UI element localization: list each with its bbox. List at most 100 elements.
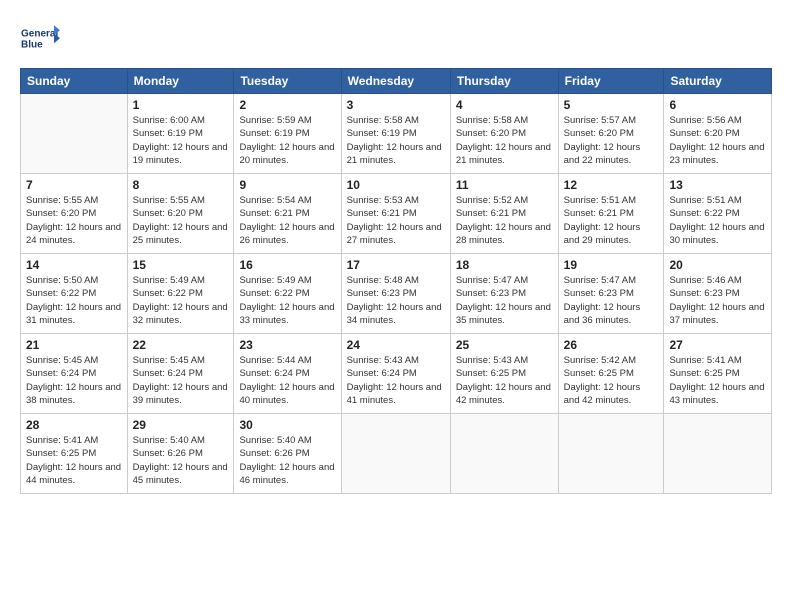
calendar-cell: 5 Sunrise: 5:57 AM Sunset: 6:20 PM Daylig… (558, 94, 664, 174)
day-info: Sunrise: 5:48 AM Sunset: 6:23 PM Dayligh… (347, 274, 445, 327)
day-number: 28 (26, 418, 122, 432)
day-number: 8 (133, 178, 229, 192)
calendar-header-row: SundayMondayTuesdayWednesdayThursdayFrid… (21, 69, 772, 94)
logo-container: General Blue (20, 18, 60, 58)
calendar-cell: 2 Sunrise: 5:59 AM Sunset: 6:19 PM Daylig… (234, 94, 341, 174)
calendar-cell: 25 Sunrise: 5:43 AM Sunset: 6:25 PM Dayli… (450, 334, 558, 414)
calendar-header-wednesday: Wednesday (341, 69, 450, 94)
calendar-week-2: 7 Sunrise: 5:55 AM Sunset: 6:20 PM Daylig… (21, 174, 772, 254)
calendar-cell: 19 Sunrise: 5:47 AM Sunset: 6:23 PM Dayli… (558, 254, 664, 334)
day-info: Sunrise: 5:42 AM Sunset: 6:25 PM Dayligh… (564, 354, 659, 407)
calendar-cell: 23Sunrise: 5:44 AM Sunset: 6:24 PM Dayli… (234, 334, 341, 414)
day-info: Sunrise: 5:41 AM Sunset: 6:25 PM Dayligh… (669, 354, 766, 407)
header: General Blue (20, 18, 772, 58)
day-info: Sunrise: 5:58 AM Sunset: 6:20 PM Dayligh… (456, 114, 553, 167)
calendar-cell: 16 Sunrise: 5:49 AM Sunset: 6:22 PM Dayli… (234, 254, 341, 334)
calendar-cell: 30 Sunrise: 5:40 AM Sunset: 6:26 PM Dayli… (234, 414, 341, 494)
day-info: Sunrise: 5:43 AM Sunset: 6:24 PM Dayligh… (347, 354, 445, 407)
day-number: 22 (133, 338, 229, 352)
calendar-cell: 11Sunrise: 5:52 AM Sunset: 6:21 PM Dayli… (450, 174, 558, 254)
day-info: Sunrise: 5:40 AM Sunset: 6:26 PM Dayligh… (239, 434, 335, 487)
day-number: 26 (564, 338, 659, 352)
day-number: 30 (239, 418, 335, 432)
calendar-header-friday: Friday (558, 69, 664, 94)
calendar-cell: 7 Sunrise: 5:55 AM Sunset: 6:20 PM Daylig… (21, 174, 128, 254)
svg-text:Blue: Blue (21, 39, 43, 50)
calendar-body: 1Sunrise: 6:00 AM Sunset: 6:19 PM Daylig… (21, 94, 772, 494)
day-number: 21 (26, 338, 122, 352)
day-number: 6 (669, 98, 766, 112)
day-number: 13 (669, 178, 766, 192)
calendar-cell: 13 Sunrise: 5:51 AM Sunset: 6:22 PM Dayli… (664, 174, 772, 254)
day-number: 2 (239, 98, 335, 112)
day-info: Sunrise: 5:51 AM Sunset: 6:21 PM Dayligh… (564, 194, 659, 247)
day-number: 20 (669, 258, 766, 272)
day-number: 19 (564, 258, 659, 272)
calendar-cell: 29 Sunrise: 5:40 AM Sunset: 6:26 PM Dayli… (127, 414, 234, 494)
day-info: Sunrise: 5:41 AM Sunset: 6:25 PM Dayligh… (26, 434, 122, 487)
calendar-week-4: 21 Sunrise: 5:45 AM Sunset: 6:24 PM Dayli… (21, 334, 772, 414)
day-number: 9 (239, 178, 335, 192)
day-number: 10 (347, 178, 445, 192)
day-info: Sunrise: 5:46 AM Sunset: 6:23 PM Dayligh… (669, 274, 766, 327)
day-info: Sunrise: 5:49 AM Sunset: 6:22 PM Dayligh… (239, 274, 335, 327)
day-info: Sunrise: 5:58 AM Sunset: 6:19 PM Dayligh… (347, 114, 445, 167)
calendar-header-monday: Monday (127, 69, 234, 94)
calendar-cell: 8Sunrise: 5:55 AM Sunset: 6:20 PM Daylig… (127, 174, 234, 254)
calendar-cell: 10 Sunrise: 5:53 AM Sunset: 6:21 PM Dayli… (341, 174, 450, 254)
calendar-cell: 15 Sunrise: 5:49 AM Sunset: 6:22 PM Dayli… (127, 254, 234, 334)
day-number: 25 (456, 338, 553, 352)
day-info: Sunrise: 5:51 AM Sunset: 6:22 PM Dayligh… (669, 194, 766, 247)
day-info: Sunrise: 5:45 AM Sunset: 6:24 PM Dayligh… (26, 354, 122, 407)
calendar-cell (558, 414, 664, 494)
day-info: Sunrise: 5:59 AM Sunset: 6:19 PM Dayligh… (239, 114, 335, 167)
calendar-cell: 27 Sunrise: 5:41 AM Sunset: 6:25 PM Dayli… (664, 334, 772, 414)
calendar-cell: 28 Sunrise: 5:41 AM Sunset: 6:25 PM Dayli… (21, 414, 128, 494)
page: General Blue SundayMondayTuesdayWednesda… (0, 0, 792, 612)
calendar-cell: 12Sunrise: 5:51 AM Sunset: 6:21 PM Dayli… (558, 174, 664, 254)
day-number: 27 (669, 338, 766, 352)
calendar-header-sunday: Sunday (21, 69, 128, 94)
day-info: Sunrise: 5:49 AM Sunset: 6:22 PM Dayligh… (133, 274, 229, 327)
svg-text:General: General (21, 28, 58, 39)
day-number: 29 (133, 418, 229, 432)
day-number: 4 (456, 98, 553, 112)
calendar-cell: 17Sunrise: 5:48 AM Sunset: 6:23 PM Dayli… (341, 254, 450, 334)
calendar-cell: 20 Sunrise: 5:46 AM Sunset: 6:23 PM Dayli… (664, 254, 772, 334)
day-number: 14 (26, 258, 122, 272)
day-number: 1 (133, 98, 229, 112)
calendar-header-saturday: Saturday (664, 69, 772, 94)
day-info: Sunrise: 5:45 AM Sunset: 6:24 PM Dayligh… (133, 354, 229, 407)
day-info: Sunrise: 5:57 AM Sunset: 6:20 PM Dayligh… (564, 114, 659, 167)
day-info: Sunrise: 5:43 AM Sunset: 6:25 PM Dayligh… (456, 354, 553, 407)
day-info: Sunrise: 5:47 AM Sunset: 6:23 PM Dayligh… (564, 274, 659, 327)
calendar-header-tuesday: Tuesday (234, 69, 341, 94)
day-number: 16 (239, 258, 335, 272)
day-info: Sunrise: 5:54 AM Sunset: 6:21 PM Dayligh… (239, 194, 335, 247)
calendar-cell (664, 414, 772, 494)
calendar-cell: 14 Sunrise: 5:50 AM Sunset: 6:22 PM Dayli… (21, 254, 128, 334)
calendar-cell: 21 Sunrise: 5:45 AM Sunset: 6:24 PM Dayli… (21, 334, 128, 414)
day-number: 5 (564, 98, 659, 112)
calendar-week-1: 1Sunrise: 6:00 AM Sunset: 6:19 PM Daylig… (21, 94, 772, 174)
day-info: Sunrise: 5:40 AM Sunset: 6:26 PM Dayligh… (133, 434, 229, 487)
calendar-cell: 1Sunrise: 6:00 AM Sunset: 6:19 PM Daylig… (127, 94, 234, 174)
day-number: 3 (347, 98, 445, 112)
day-info: Sunrise: 5:50 AM Sunset: 6:22 PM Dayligh… (26, 274, 122, 327)
day-number: 11 (456, 178, 553, 192)
calendar-header-thursday: Thursday (450, 69, 558, 94)
calendar-cell (341, 414, 450, 494)
logo: General Blue (20, 18, 60, 58)
day-number: 7 (26, 178, 122, 192)
calendar-cell: 9 Sunrise: 5:54 AM Sunset: 6:21 PM Daylig… (234, 174, 341, 254)
day-number: 18 (456, 258, 553, 272)
calendar-week-5: 28 Sunrise: 5:41 AM Sunset: 6:25 PM Dayli… (21, 414, 772, 494)
day-info: Sunrise: 5:44 AM Sunset: 6:24 PM Dayligh… (239, 354, 335, 407)
calendar-cell: 24Sunrise: 5:43 AM Sunset: 6:24 PM Dayli… (341, 334, 450, 414)
calendar-table: SundayMondayTuesdayWednesdayThursdayFrid… (20, 68, 772, 494)
calendar-cell: 3 Sunrise: 5:58 AM Sunset: 6:19 PM Daylig… (341, 94, 450, 174)
day-info: Sunrise: 5:55 AM Sunset: 6:20 PM Dayligh… (26, 194, 122, 247)
logo-svg: General Blue (20, 18, 60, 58)
day-number: 15 (133, 258, 229, 272)
day-info: Sunrise: 5:53 AM Sunset: 6:21 PM Dayligh… (347, 194, 445, 247)
